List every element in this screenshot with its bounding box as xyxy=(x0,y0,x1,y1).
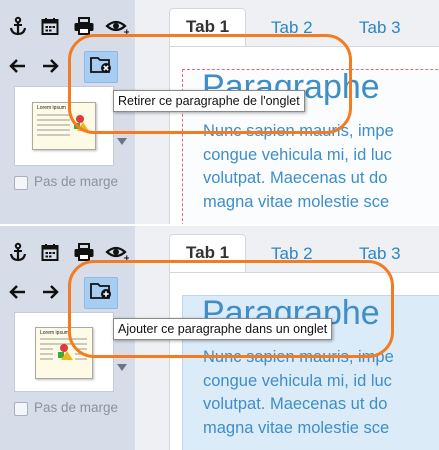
paragraph-line: magna vitae molestie sce xyxy=(203,192,390,211)
anchor-icon[interactable] xyxy=(6,14,30,38)
caret-down-icon[interactable] xyxy=(117,364,127,371)
thumbnail-preview: Lorem ipsum xyxy=(32,102,96,150)
svg-text:+: + xyxy=(123,28,129,36)
layout-thumbnail[interactable]: Lorem ipsum xyxy=(14,312,114,392)
paragraph-line: volutpat. Maecenas ut do xyxy=(203,395,388,413)
eye-icon[interactable]: + xyxy=(105,14,129,38)
printer-icon[interactable] xyxy=(72,240,96,264)
no-margin-label: Pas de marge xyxy=(34,174,119,189)
no-margin-checkbox[interactable] xyxy=(14,402,28,416)
paragraph-line: magna vitae molestie sce xyxy=(203,418,390,437)
paragraph-body: Nunc sapien mauris, impe congue vehicula… xyxy=(203,120,439,214)
tooltip: Retirer ce paragraphe de l'onglet xyxy=(113,90,305,112)
no-margin-label: Pas de marge xyxy=(34,400,119,415)
arrow-left-icon[interactable] xyxy=(6,280,30,304)
paragraph-body: Nunc sapien mauris, impe congue vehicula… xyxy=(203,346,439,440)
sidebar: + Lorem ipsum Pas de marge xyxy=(0,0,135,224)
calendar-icon[interactable] xyxy=(38,14,62,38)
panel-add-to-tab: + Lorem ipsum Pas de marge Tab 1 Tab 2 T… xyxy=(0,226,439,450)
no-margin-checkbox[interactable] xyxy=(14,176,28,190)
thumbnail-preview: Lorem ipsum xyxy=(35,327,93,379)
remove-from-tab-icon xyxy=(89,55,113,80)
arrow-left-icon[interactable] xyxy=(6,54,30,78)
paragraph-line: Nunc sapien mauris, impe xyxy=(203,122,394,140)
arrow-right-icon[interactable] xyxy=(38,280,62,304)
paragraph-line: Nunc sapien mauris, impe xyxy=(203,348,394,366)
tab-3[interactable]: Tab 3 xyxy=(343,10,417,46)
tab-pane: Paragraphe Nunc sapien mauris, impe cong… xyxy=(169,272,439,450)
add-to-tab-icon xyxy=(89,281,113,306)
layout-thumbnail[interactable]: Lorem ipsum xyxy=(14,86,114,166)
panel-remove-from-tab: + Lorem ipsum Pas de marge Tab 1 Tab 2 T… xyxy=(0,0,439,224)
remove-from-tab-button[interactable] xyxy=(84,51,118,83)
tooltip: Ajouter ce paragraphe dans un onglet xyxy=(113,318,333,340)
content-area: Tab 1 Tab 2 Tab 3 Paragraphe Nunc sapien… xyxy=(135,0,439,224)
tab-1[interactable]: Tab 1 xyxy=(169,8,247,47)
tab-bar: Tab 1 Tab 2 Tab 3 xyxy=(135,0,439,48)
anchor-icon[interactable] xyxy=(6,240,30,264)
paragraph-line: congue vehicula mi, id luc xyxy=(203,371,392,390)
tab-2[interactable]: Tab 2 xyxy=(255,10,329,46)
tab-bar: Tab 1 Tab 2 Tab 3 xyxy=(135,226,439,274)
caret-down-icon[interactable] xyxy=(117,138,127,145)
tab-2[interactable]: Tab 2 xyxy=(255,236,329,272)
paragraph-line: volutpat. Maecenas ut do xyxy=(203,169,388,187)
add-to-tab-button[interactable] xyxy=(84,277,118,309)
arrow-right-icon[interactable] xyxy=(38,54,62,78)
tab-1[interactable]: Tab 1 xyxy=(169,234,247,273)
eye-icon[interactable]: + xyxy=(105,240,129,264)
printer-icon[interactable] xyxy=(72,14,96,38)
svg-text:+: + xyxy=(123,254,129,262)
paragraph-line: congue vehicula mi, id luc xyxy=(203,145,392,164)
tab-3[interactable]: Tab 3 xyxy=(343,236,417,272)
tab-pane: Paragraphe Nunc sapien mauris, impe cong… xyxy=(169,46,439,224)
calendar-icon[interactable] xyxy=(38,240,62,264)
